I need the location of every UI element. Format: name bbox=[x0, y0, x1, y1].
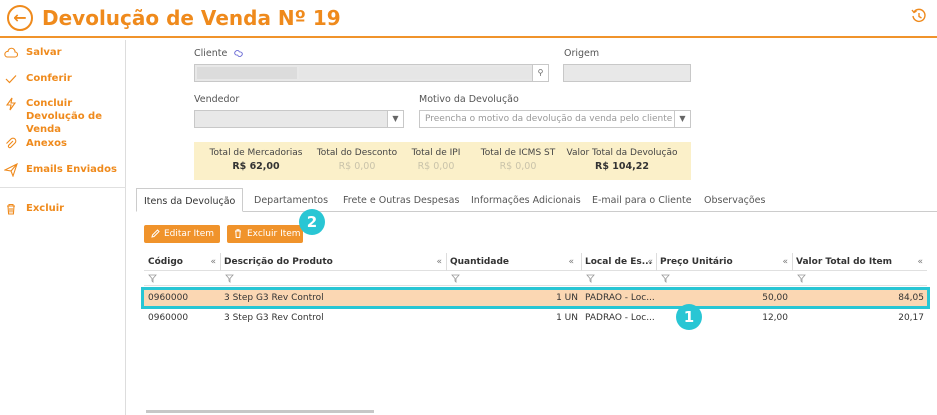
filter-icon[interactable] bbox=[225, 274, 234, 283]
col-quantidade[interactable]: Quantidade « bbox=[450, 253, 578, 271]
lightning-icon bbox=[5, 97, 17, 111]
grid-header: Código « Descrição do Produto « Quantidade… bbox=[144, 253, 927, 271]
filter-icon[interactable] bbox=[148, 274, 157, 283]
column-divider bbox=[792, 253, 793, 271]
tab-bar: Itens da Devolução Departamentos Frete e… bbox=[136, 188, 937, 212]
collapse-icon[interactable]: « bbox=[436, 253, 442, 271]
sidebar-divider bbox=[0, 187, 126, 188]
filter-icon[interactable] bbox=[586, 274, 595, 283]
trash-icon bbox=[7, 203, 15, 215]
total-desconto: Total do Desconto R$ 0,00 bbox=[316, 148, 398, 172]
tab-departamentos[interactable]: Departamentos bbox=[254, 188, 328, 212]
column-divider bbox=[220, 253, 221, 271]
annotation-badge-2: 2 bbox=[299, 209, 325, 235]
tab-itens-devolucao[interactable]: Itens da Devolução bbox=[136, 188, 244, 212]
link-icon[interactable] bbox=[233, 49, 244, 58]
collapse-icon[interactable]: « bbox=[210, 253, 216, 271]
redacted-value bbox=[299, 67, 534, 79]
cliente-label: Cliente bbox=[194, 48, 244, 59]
valor-total-devolucao: Valor Total da Devolução R$ 104,22 bbox=[566, 148, 678, 172]
pencil-icon bbox=[151, 229, 160, 238]
send-icon bbox=[4, 163, 18, 177]
motivo-select[interactable]: Preencha o motivo da devolução da venda … bbox=[419, 110, 691, 128]
tab-informacoes-adicionais[interactable]: Informações Adicionais bbox=[471, 188, 581, 212]
sidebar-item-label: Anexos bbox=[26, 138, 67, 149]
col-codigo[interactable]: Código « bbox=[148, 253, 220, 271]
horizontal-scrollbar[interactable] bbox=[146, 410, 374, 413]
back-arrow-icon[interactable]: ← bbox=[7, 5, 33, 31]
sidebar-item-salvar[interactable]: Salvar bbox=[0, 46, 126, 60]
origem-label: Origem bbox=[564, 48, 600, 59]
filter-icon[interactable] bbox=[661, 274, 670, 283]
edit-item-button[interactable]: Editar Item bbox=[144, 225, 220, 243]
search-icon[interactable]: ⚲ bbox=[532, 65, 548, 81]
chevron-down-icon[interactable]: ▼ bbox=[387, 111, 403, 127]
selected-row-highlight bbox=[141, 287, 930, 309]
annotation-badge-1: 1 bbox=[676, 304, 702, 330]
vendedor-label: Vendedor bbox=[194, 94, 240, 105]
sidebar: Salvar Conferir Concluir Devolução de Ve… bbox=[0, 40, 126, 415]
collapse-icon[interactable]: « bbox=[782, 253, 788, 271]
sidebar-item-label: Concluir Devolução de Venda bbox=[26, 98, 102, 135]
trash-icon bbox=[235, 229, 241, 238]
collapse-icon[interactable]: « bbox=[647, 253, 653, 271]
column-divider bbox=[446, 253, 447, 271]
filter-icon[interactable] bbox=[797, 274, 806, 283]
delete-item-button[interactable]: Excluir Item bbox=[227, 225, 303, 243]
chevron-down-icon[interactable]: ▼ bbox=[674, 111, 690, 127]
col-descricao[interactable]: Descrição do Produto « bbox=[224, 253, 446, 271]
vendedor-select[interactable]: ▼ bbox=[194, 110, 404, 128]
filter-icon[interactable] bbox=[451, 274, 460, 283]
origem-field[interactable] bbox=[563, 64, 691, 82]
table-row[interactable]: 0960000 3 Step G3 Rev Control 1 UN PADRA… bbox=[144, 310, 927, 327]
total-ipi: Total de IPI R$ 0,00 bbox=[411, 148, 461, 172]
sidebar-item-anexos[interactable]: Anexos bbox=[0, 137, 126, 151]
sidebar-item-label: Emails Enviados bbox=[26, 164, 117, 175]
col-preco-unitario[interactable]: Preço Unitário « bbox=[660, 253, 792, 271]
page-title: Devolução de Venda Nº 19 bbox=[42, 6, 341, 30]
col-valor-total[interactable]: Valor Total do Item « bbox=[796, 253, 927, 271]
collapse-icon[interactable]: « bbox=[568, 253, 574, 271]
motivo-label: Motivo da Devolução bbox=[419, 94, 519, 105]
sidebar-item-concluir[interactable]: Concluir Devolução de Venda bbox=[0, 97, 126, 136]
paperclip-icon bbox=[6, 137, 17, 149]
col-local-estoque[interactable]: Local de Es... « bbox=[585, 253, 657, 271]
sidebar-item-conferir[interactable]: Conferir bbox=[0, 72, 126, 86]
tab-frete[interactable]: Frete e Outras Despesas bbox=[343, 188, 459, 212]
motivo-placeholder: Preencha o motivo da devolução da venda … bbox=[425, 114, 673, 124]
page-header: ← Devolução de Venda Nº 19 bbox=[0, 0, 937, 38]
column-divider bbox=[581, 253, 582, 271]
tab-email-cliente[interactable]: E-mail para o Cliente bbox=[592, 188, 692, 212]
history-icon[interactable] bbox=[911, 8, 927, 24]
sidebar-item-label: Excluir bbox=[26, 203, 65, 214]
grid-filter-row bbox=[144, 272, 927, 286]
total-icms-st: Total de ICMS ST R$ 0,00 bbox=[480, 148, 556, 172]
column-divider bbox=[656, 253, 657, 271]
sidebar-item-label: Salvar bbox=[26, 47, 62, 58]
tab-observacoes[interactable]: Observações bbox=[704, 188, 765, 212]
cliente-field[interactable]: ⚲ bbox=[194, 64, 549, 82]
totals-panel: Total de Mercadorias R$ 62,00 Total do D… bbox=[194, 142, 691, 180]
check-icon bbox=[5, 75, 17, 84]
sidebar-item-emails[interactable]: Emails Enviados bbox=[0, 163, 126, 177]
sidebar-item-excluir[interactable]: Excluir bbox=[0, 202, 126, 216]
collapse-icon[interactable]: « bbox=[917, 253, 923, 271]
total-mercadorias: Total de Mercadorias R$ 62,00 bbox=[209, 148, 303, 172]
cloud-icon bbox=[4, 47, 18, 58]
redacted-value bbox=[197, 67, 297, 79]
sidebar-item-label: Conferir bbox=[26, 73, 72, 84]
